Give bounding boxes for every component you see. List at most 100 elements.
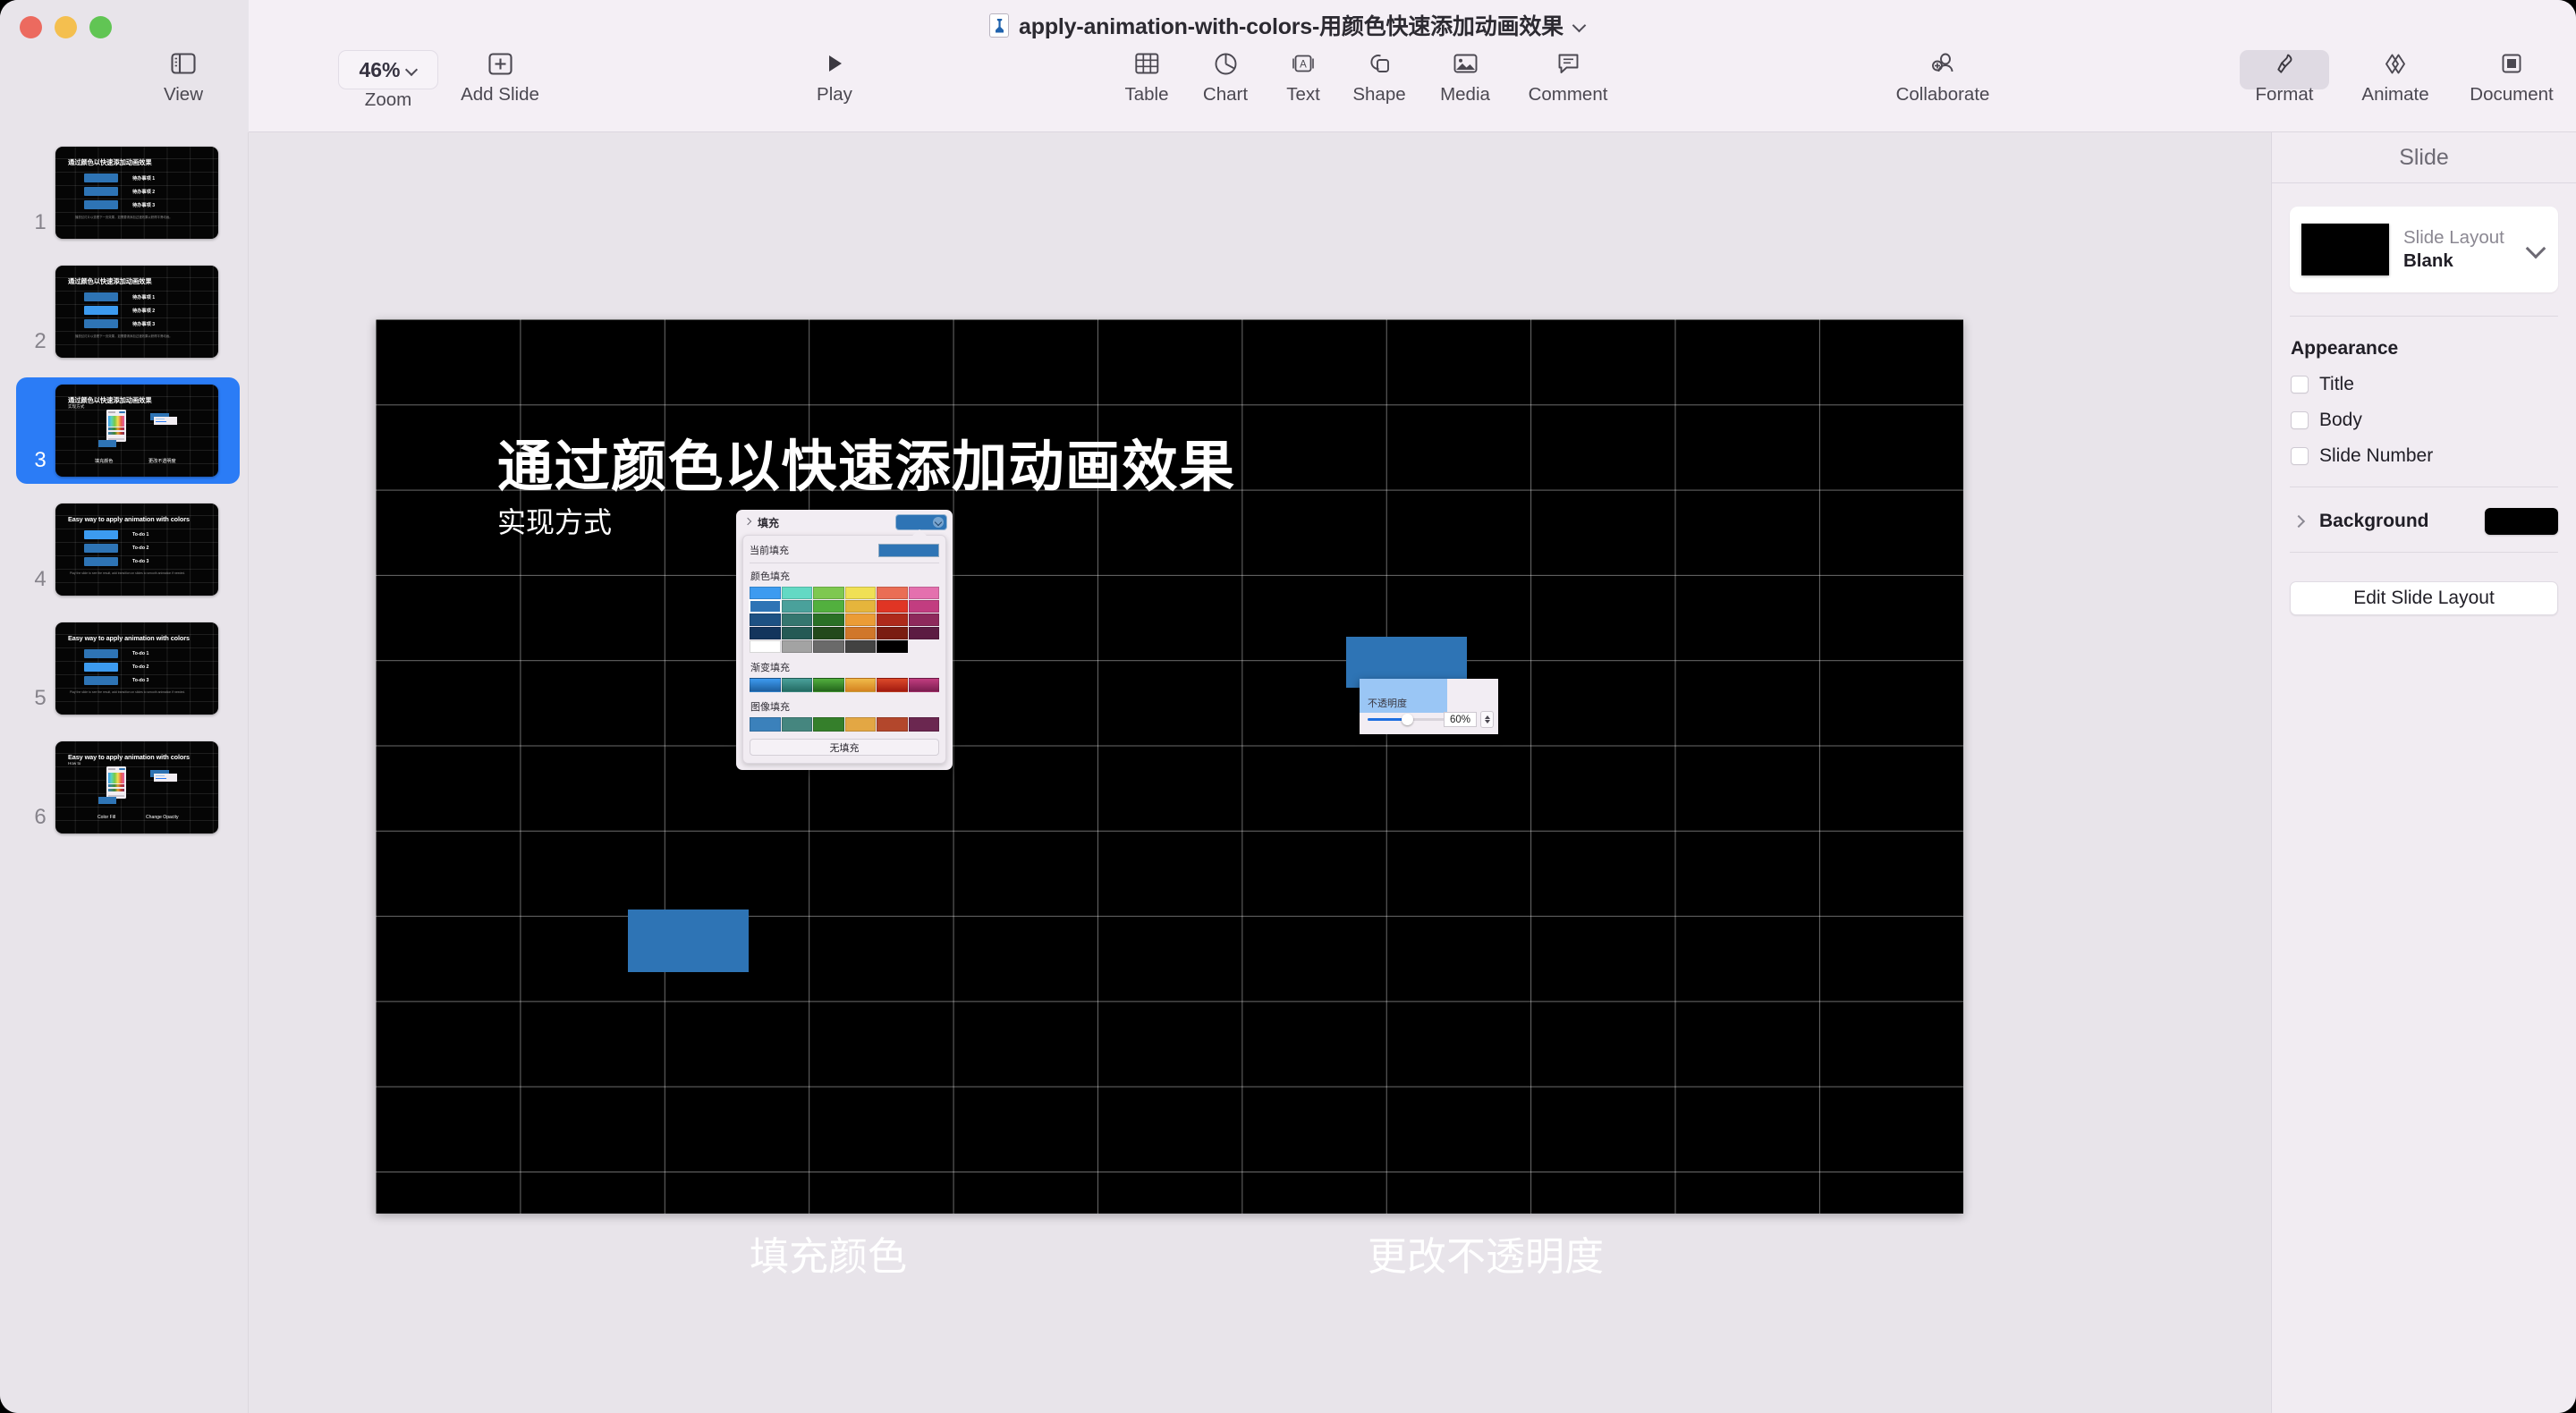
thumb-row-label: 待办事项 2 [132, 190, 156, 195]
toolbar-media[interactable]: Media [1411, 47, 1519, 106]
opacity-slider[interactable] [1368, 714, 1446, 725]
opacity-value-field[interactable]: 60% [1444, 712, 1477, 727]
checkbox-row-title[interactable]: Title [2291, 374, 2576, 395]
color-swatch[interactable] [813, 627, 844, 639]
chevron-down-icon[interactable] [1573, 19, 1587, 32]
slide-title[interactable]: 通过颜色以快速添加动画效果 [497, 421, 1236, 502]
color-swatch[interactable] [877, 600, 908, 613]
color-swatch[interactable] [844, 600, 876, 613]
navigator-slide-3[interactable]: 3 通过颜色以快速添加动画效果 实现方式 填充颜色 更改不透明度 [16, 377, 240, 484]
edit-slide-layout-button[interactable]: Edit Slide Layout [2290, 581, 2558, 615]
color-swatch[interactable] [877, 627, 908, 639]
color-swatch[interactable] [813, 640, 844, 653]
canvas-area[interactable]: 通过颜色以快速添加动画效果 实现方式 填充 当前填充 颜色填充 渐变填充 图像填… [249, 132, 2271, 1413]
gradient-swatch[interactable] [844, 678, 876, 692]
toolbar-animate[interactable]: Animate [2342, 47, 2449, 106]
color-swatch[interactable] [750, 613, 781, 626]
color-swatch[interactable] [877, 613, 908, 626]
color-swatch[interactable] [844, 613, 876, 626]
navigator-slide-4[interactable]: 4 Easy way to apply animation with color… [16, 496, 240, 603]
color-swatch[interactable] [750, 587, 781, 599]
color-swatch[interactable] [908, 613, 939, 626]
color-swatch[interactable] [750, 640, 781, 653]
fill-color-button[interactable] [895, 514, 947, 530]
color-swatch[interactable] [877, 587, 908, 599]
background-color-swatch[interactable] [2485, 508, 2558, 535]
gradient-swatch[interactable] [750, 678, 781, 692]
document-title-bar[interactable]: apply-animation-with-colors-用颜色快速添加动画效果 [0, 8, 2576, 42]
color-swatch-grid[interactable] [749, 587, 939, 653]
image-swatch[interactable] [813, 717, 844, 732]
disclosure-triangle-icon[interactable] [744, 519, 752, 527]
navigator-slide-1[interactable]: 1 通过颜色以快速添加动画效果 待办事项 1 待办事项 2 待办事项 3 播放幻… [16, 140, 240, 246]
disclosure-triangle-icon[interactable] [2292, 514, 2307, 529]
color-swatch[interactable] [813, 613, 844, 626]
navigator-slide-5[interactable]: 5 Easy way to apply animation with color… [16, 615, 240, 722]
image-swatch-row[interactable] [750, 717, 939, 732]
no-fill-button[interactable]: 无填充 [750, 739, 939, 756]
gradient-swatch[interactable] [781, 678, 812, 692]
checkbox-row-body[interactable]: Body [2291, 410, 2576, 431]
color-swatch[interactable] [844, 640, 876, 653]
navigator-slide-6[interactable]: 6 Easy way to apply animation with color… [16, 734, 240, 841]
slide-canvas[interactable]: 通过颜色以快速添加动画效果 实现方式 填充 当前填充 颜色填充 渐变填充 图像填… [376, 319, 1963, 1279]
image-swatch[interactable] [781, 717, 812, 732]
toolbar-add-slide[interactable]: Add Slide [446, 47, 554, 106]
color-swatch[interactable] [750, 627, 781, 639]
color-swatch[interactable] [781, 587, 812, 599]
color-swatch-selected[interactable] [749, 599, 782, 613]
slide-layout-card[interactable]: Slide Layout Blank [2290, 207, 2558, 292]
navigator-slide-2[interactable]: 2 通过颜色以快速添加动画效果 待办事项 1 待办事项 2 待办事项 3 播放幻… [16, 258, 240, 365]
background-row[interactable]: Background [2290, 507, 2558, 536]
gradient-swatch[interactable] [813, 678, 844, 692]
toolbar-collaborate[interactable]: Collaborate [1889, 47, 1996, 106]
checkbox-row-slide-number[interactable]: Slide Number [2291, 445, 2576, 467]
title-checkbox[interactable] [2291, 376, 2309, 393]
color-swatch[interactable] [844, 627, 876, 639]
body-checkbox[interactable] [2291, 411, 2309, 429]
toolbar-document[interactable]: Document [2458, 47, 2565, 106]
image-swatch[interactable] [750, 717, 781, 732]
color-swatch[interactable] [908, 627, 939, 639]
chevron-down-icon[interactable] [2526, 240, 2546, 259]
toolbar-play[interactable]: Play [781, 47, 888, 106]
opacity-stepper[interactable] [1480, 711, 1494, 728]
color-swatch[interactable] [781, 640, 812, 653]
slide-number: 4 [34, 567, 47, 591]
slide-caption-fill[interactable]: 填充颜色 [750, 1224, 907, 1282]
opacity-popover[interactable]: 不透明度 60% [1360, 679, 1498, 734]
color-swatch[interactable] [781, 627, 812, 639]
color-swatch[interactable] [908, 600, 939, 613]
toolbar-format[interactable]: Format [2231, 47, 2338, 106]
format-inspector[interactable]: Slide Slide Layout Blank Appearance Titl… [2271, 132, 2576, 1413]
slide-subtitle[interactable]: 实现方式 [497, 500, 612, 541]
color-swatch[interactable] [844, 587, 876, 599]
image-swatch[interactable] [877, 717, 908, 732]
image-swatch[interactable] [844, 717, 876, 732]
toolbar-view[interactable]: View [130, 47, 237, 106]
slide-caption-opacity[interactable]: 更改不透明度 [1368, 1224, 1604, 1282]
gradient-swatch[interactable] [877, 678, 908, 692]
color-swatch[interactable] [781, 613, 812, 626]
opacity-slider-knob[interactable] [1402, 714, 1413, 725]
fill-popover[interactable]: 填充 当前填充 颜色填充 渐变填充 图像填充 无填充 [736, 510, 953, 770]
zoom-control[interactable]: 46% [338, 50, 438, 89]
thumb-color-grid [108, 773, 124, 783]
gradient-swatch[interactable] [908, 678, 939, 692]
slide-number-checkbox[interactable] [2291, 447, 2309, 465]
color-swatch[interactable] [877, 640, 908, 653]
toolbar-comment[interactable]: Comment [1514, 47, 1622, 106]
slide-number: 1 [34, 210, 47, 234]
thumb-blue-rect [98, 797, 116, 804]
fill-demo-rectangle[interactable] [628, 910, 749, 972]
thumb-popover-chip [118, 767, 125, 770]
image-swatch[interactable] [908, 717, 939, 732]
color-swatch[interactable] [781, 600, 812, 613]
gradient-swatch-row[interactable] [750, 678, 939, 692]
color-swatch[interactable] [813, 587, 844, 599]
slide-number: 5 [34, 686, 47, 710]
color-swatch[interactable] [813, 600, 844, 613]
color-swatch[interactable] [908, 587, 939, 599]
toolbar-shape-label: Shape [1352, 84, 1406, 105]
slide-navigator[interactable]: 1 通过颜色以快速添加动画效果 待办事项 1 待办事项 2 待办事项 3 播放幻… [0, 132, 249, 1413]
